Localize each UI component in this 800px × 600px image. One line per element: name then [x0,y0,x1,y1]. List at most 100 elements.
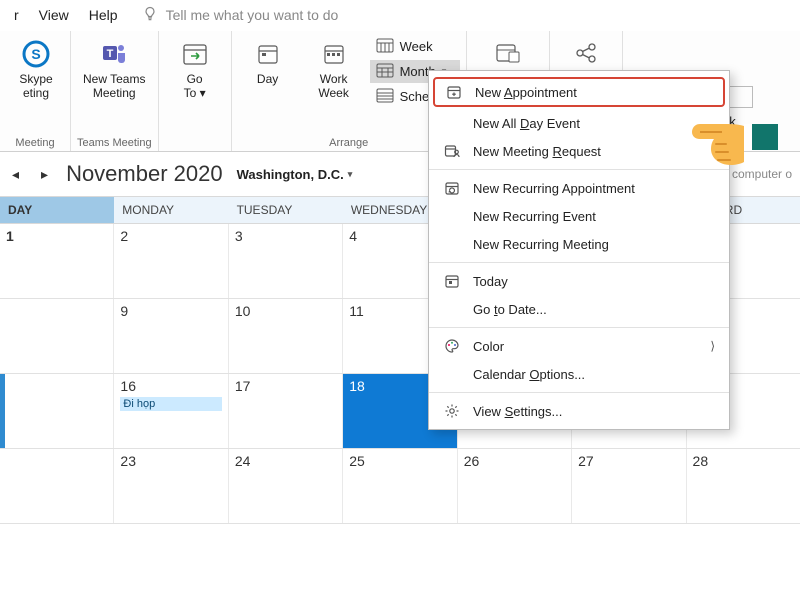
calendar-cell[interactable]: 9 [114,299,228,373]
work-week-icon [317,39,351,69]
context-menu-item[interactable]: New Recurring Event [429,202,729,230]
cal-plus-icon [445,83,463,101]
calendar-cell[interactable] [0,299,114,373]
day-number: 25 [349,453,450,469]
context-menu-label: New Appointment [475,85,577,100]
work-week-button[interactable]: Work Week [304,35,364,105]
ribbon-group-label: Meeting [6,135,64,149]
palette-icon [443,337,461,355]
dow-cell: MONDAY [114,197,228,223]
skype-meeting-button[interactable]: S Skypeeting [6,35,66,105]
context-menu-label: Today [473,274,508,289]
menu-item-r[interactable]: r [4,3,29,27]
context-menu-label: Go to Date... [473,302,547,317]
dow-cell: TUESDAY [229,197,343,223]
context-menu-label: New Meeting Request [473,144,601,159]
blank-icon [443,114,461,132]
next-month-button[interactable]: ▸ [37,166,52,183]
calendar-cell[interactable]: 3 [229,224,343,298]
chevron-down-icon: ▾ [348,169,353,180]
cal-people-icon [443,142,461,160]
blank-icon [443,235,461,253]
context-menu-item[interactable]: Go to Date... [429,295,729,323]
svg-text:T: T [107,48,114,60]
day-number: 24 [235,453,336,469]
context-menu-separator [429,392,729,393]
blank-icon [443,207,461,225]
day-number: 17 [235,378,336,394]
context-menu-label: New Recurring Meeting [473,237,609,252]
ribbon-group-label: Teams Meeting [77,135,152,149]
context-menu-item[interactable]: Calendar Options... [429,360,729,388]
context-menu-item[interactable]: New Recurring Meeting [429,230,729,258]
day-number: 2 [120,228,221,244]
context-menu-separator [429,169,729,170]
menu-item-view[interactable]: View [29,3,79,27]
calendar-cell[interactable]: 27 [572,449,686,523]
context-menu-item[interactable]: Today [429,267,729,295]
teams-icon: T [97,39,131,69]
calendar-cell[interactable]: 24 [229,449,343,523]
calendar-cell[interactable]: 17 [229,374,343,448]
calendar-cell[interactable]: 26 [458,449,572,523]
goto-icon [178,39,212,69]
week-view-button[interactable]: Week [370,35,460,58]
share-icon[interactable] [572,39,600,67]
context-menu-item[interactable]: New Appointment [433,77,725,107]
cal-today-icon [443,272,461,290]
lightbulb-icon [142,6,158,25]
day-number: 16 [120,378,221,394]
day-number: 3 [235,228,336,244]
month-title: November 2020 [66,161,223,187]
context-menu-item[interactable]: New All Day Event [429,109,729,137]
timezone-selector[interactable]: Washington, D.C. ▾ [237,167,353,182]
day-number: 26 [464,453,565,469]
context-menu-label: Calendar Options... [473,367,585,382]
ribbon-group-skype: S Skypeeting Meeting [0,31,71,151]
day-number: 23 [120,453,221,469]
calendar-cell[interactable] [0,374,114,448]
calendar-cell[interactable]: 16 Đi họp [114,374,228,448]
context-menu-separator [429,327,729,328]
day-number: 9 [120,303,221,319]
chevron-right-icon: ⟩ [710,339,715,353]
calendar-row: 23 24 25 26 27 28 [0,449,800,524]
prev-month-button[interactable]: ◂ [8,166,23,183]
context-menu-item[interactable]: New Recurring Appointment [429,174,729,202]
calendar-cell[interactable]: 10 [229,299,343,373]
context-menu-separator [429,262,729,263]
context-menu-label: New Recurring Event [473,209,596,224]
calendar-cell[interactable] [0,449,114,523]
calendar-cell[interactable]: 28 [687,449,800,523]
calendar-cell[interactable]: 2 [114,224,228,298]
svg-text:S: S [31,46,40,62]
calendar-cell[interactable]: 25 [343,449,457,523]
skype-icon: S [19,39,53,69]
calendar-event[interactable]: Đi họp [120,397,221,411]
month-icon [376,62,394,81]
menu-item-help[interactable]: Help [79,3,128,27]
day-number: 10 [235,303,336,319]
goto-button[interactable]: GoTo ▾ [165,35,225,105]
menu-bar: r View Help Tell me what you want to do [0,0,800,31]
week-icon [376,37,394,56]
context-menu-label: New Recurring Appointment [473,181,635,196]
ribbon-group-teams: T New TeamsMeeting Teams Meeting [71,31,159,151]
dow-cell: DAY [0,197,114,223]
day-number: 27 [578,453,679,469]
open-calendar-icon[interactable] [494,39,522,67]
teams-meeting-button[interactable]: T New TeamsMeeting [77,35,151,105]
calendar-cell[interactable]: 1 [0,224,114,298]
context-menu-label: View Settings... [473,404,562,419]
day-view-button[interactable]: Day [238,35,298,91]
tell-me-search[interactable]: Tell me what you want to do [166,7,339,23]
context-menu: New Appointment New All Day Event New Meet… [428,70,730,430]
cal-recur-icon [443,179,461,197]
calendar-cell[interactable]: 23 [114,449,228,523]
context-menu-item[interactable]: View Settings... [429,397,729,425]
day-icon [251,39,285,69]
context-menu-item[interactable]: New Meeting Request [429,137,729,165]
schedule-icon [376,87,394,106]
context-menu-item[interactable]: Color⟩ [429,332,729,360]
today-marker [0,374,5,448]
